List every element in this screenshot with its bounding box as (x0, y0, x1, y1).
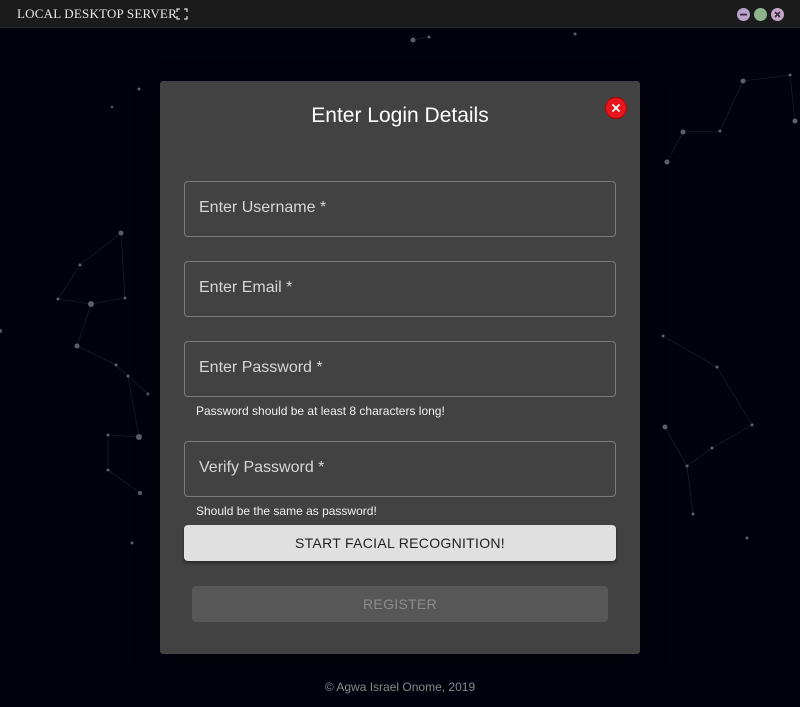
footer-copyright: © Agwa Israel Onome, 2019 (324, 680, 476, 694)
window-controls (737, 8, 784, 21)
email-field[interactable]: Enter Email * (184, 261, 616, 317)
expand-icon[interactable] (176, 7, 188, 20)
register-button[interactable]: REGISTER (192, 586, 608, 622)
verify-password-label: Verify Password * (199, 459, 325, 476)
start-facial-recognition-button[interactable]: START FACIAL RECOGNITION! (184, 525, 616, 561)
close-icon[interactable] (771, 8, 784, 21)
modal-title: Enter Login Details (311, 104, 489, 127)
password-field[interactable]: Enter Password * (184, 341, 616, 397)
login-modal: Enter Login Details Enter Username * Ent… (160, 81, 640, 654)
app-title: LOCAL DESKTOP SERVER (17, 6, 177, 21)
window-titlebar: LOCAL DESKTOP SERVER (0, 0, 800, 28)
email-label: Enter Email * (199, 279, 293, 296)
password-label: Enter Password * (199, 359, 323, 376)
username-label: Enter Username * (199, 199, 327, 216)
maximize-icon[interactable] (754, 8, 767, 21)
minimize-icon[interactable] (737, 8, 750, 21)
username-field[interactable]: Enter Username * (184, 181, 616, 237)
verify-password-field[interactable]: Verify Password * (184, 441, 616, 497)
close-icon[interactable] (606, 98, 626, 118)
verify-password-helper-text: Should be the same as password! (196, 504, 377, 518)
password-helper-text: Password should be at least 8 characters… (196, 404, 445, 418)
